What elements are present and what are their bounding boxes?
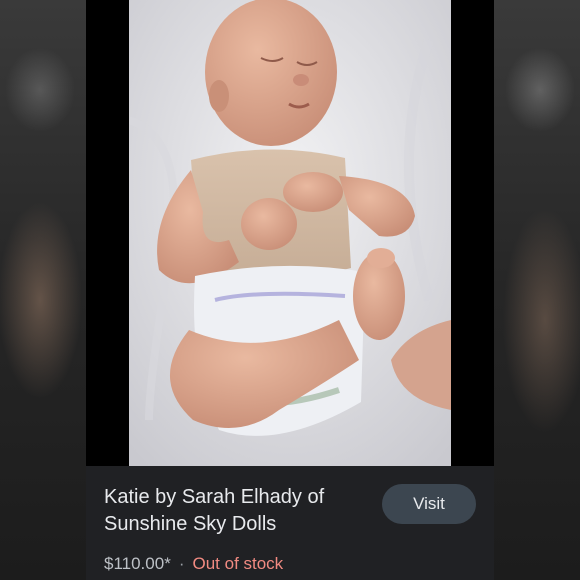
visit-button[interactable]: Visit	[382, 484, 476, 524]
product-image-frame	[86, 0, 494, 466]
separator-dot: ·	[178, 554, 185, 573]
product-title[interactable]: Katie by Sarah Elhady of Sunshine Sky Do…	[104, 484, 364, 538]
price-label: $110.00*	[104, 554, 171, 573]
product-card[interactable]: Katie by Sarah Elhady of Sunshine Sky Do…	[86, 0, 494, 580]
product-image[interactable]	[129, 0, 451, 466]
price-row: $110.00* · Out of stock	[104, 554, 283, 574]
stock-status: Out of stock	[192, 554, 284, 573]
product-info: Katie by Sarah Elhady of Sunshine Sky Do…	[86, 466, 494, 580]
